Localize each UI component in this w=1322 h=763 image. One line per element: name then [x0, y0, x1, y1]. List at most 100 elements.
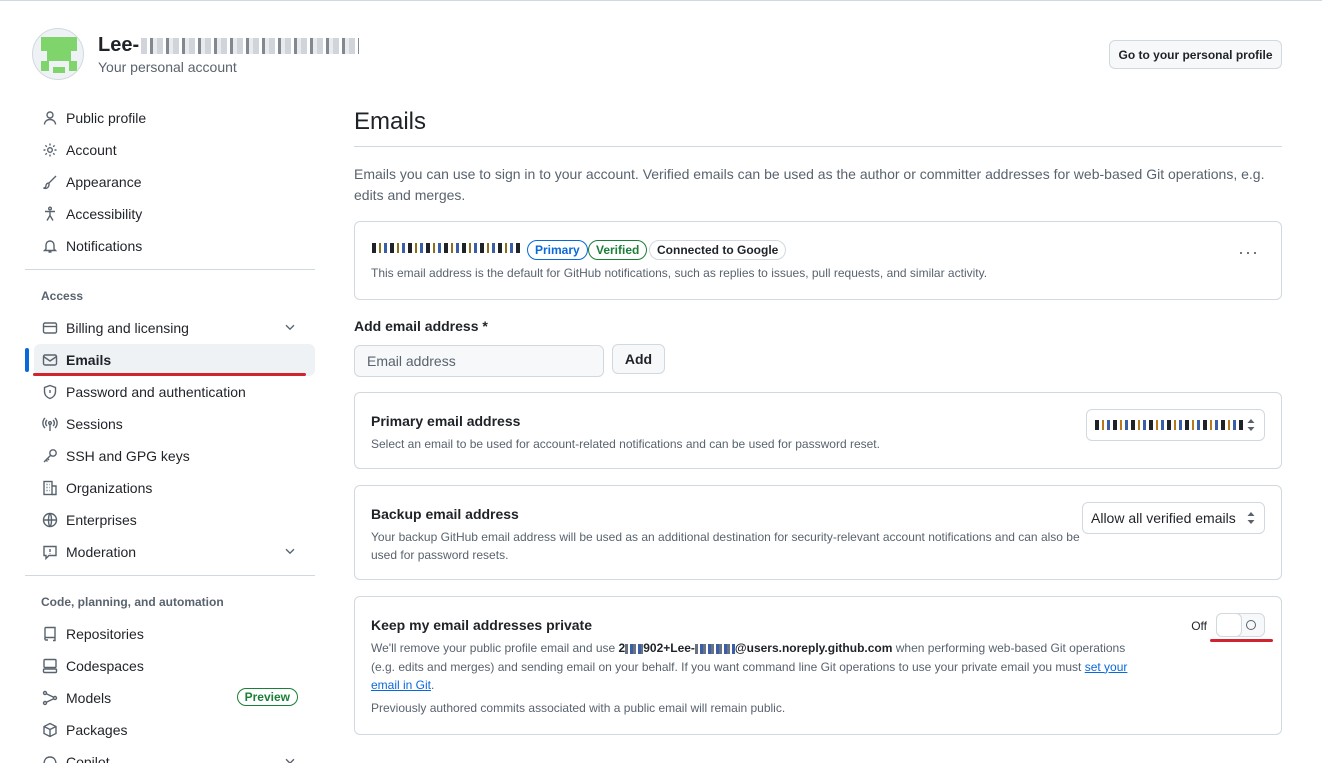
add-email-label: Add email address *	[354, 318, 488, 334]
codespaces-icon	[41, 658, 58, 675]
primary-email-select[interactable]	[1086, 409, 1265, 441]
chevron-down-icon[interactable]	[283, 320, 297, 334]
sidebar-item-label: Password and authentication	[66, 384, 246, 400]
select-arrows-icon	[1247, 419, 1255, 431]
sidebar-divider	[25, 269, 315, 270]
sidebar-heading-access: Access	[41, 289, 84, 303]
page-title: Emails	[354, 108, 427, 135]
mail-icon	[41, 352, 58, 369]
sidebar-item-codespaces[interactable]: Codespaces	[25, 650, 315, 682]
settings-sidebar: Public profile Account Appearance Access…	[25, 102, 315, 763]
sidebar-heading-code: Code, planning, and automation	[41, 595, 224, 609]
private-email-note: Previously authored commits associated w…	[371, 701, 786, 715]
globe-icon	[41, 512, 58, 529]
sidebar-divider	[25, 575, 315, 576]
noreply-address: 2 902+Lee- @users.noreply.github.com	[619, 641, 893, 655]
key-icon	[41, 448, 58, 465]
redacted-text	[625, 643, 644, 654]
repo-icon	[41, 626, 58, 643]
sidebar-item-password[interactable]: Password and authentication	[25, 376, 315, 408]
annotation-underline	[33, 373, 306, 376]
sidebar-item-label: Notifications	[66, 238, 143, 254]
connected-google-label: Connected to Google	[649, 240, 787, 260]
sidebar-item-label: SSH and GPG keys	[66, 448, 190, 464]
go-to-profile-button[interactable]: Go to your personal profile	[1109, 40, 1282, 69]
sidebar-item-organizations[interactable]: Organizations	[25, 472, 315, 504]
organization-icon	[41, 480, 58, 497]
kebab-menu-icon[interactable]: ···	[1238, 242, 1259, 263]
top-border	[0, 0, 1322, 1]
email-address-input[interactable]	[354, 345, 604, 377]
paintbrush-icon	[41, 174, 58, 191]
noreply-address-part: 2	[618, 641, 626, 655]
noreply-address-part: @users.noreply.github.com	[734, 641, 893, 655]
account-subtitle: Your personal account	[98, 59, 237, 75]
accessibility-icon	[41, 206, 58, 223]
toggle-knob	[1216, 613, 1242, 637]
account-name: Lee-	[98, 34, 360, 57]
sidebar-item-label: Repositories	[66, 626, 144, 642]
sidebar-item-moderation[interactable]: Moderation	[25, 536, 315, 568]
broadcast-icon	[41, 416, 58, 433]
primary-label: Primary	[527, 240, 588, 260]
email-card: Primary Verified Connected to Google ···…	[354, 221, 1282, 300]
sidebar-item-sessions[interactable]: Sessions	[25, 408, 315, 440]
sidebar-item-emails[interactable]: Emails	[25, 344, 315, 376]
sidebar-item-label: Codespaces	[66, 658, 144, 674]
sidebar-item-ssh-gpg[interactable]: SSH and GPG keys	[25, 440, 315, 472]
redacted-selected-email	[1095, 420, 1243, 430]
sidebar-item-public-profile[interactable]: Public profile	[25, 102, 315, 134]
description-text: .	[431, 678, 435, 692]
backup-email-selected: Allow all verified emails	[1091, 510, 1236, 526]
chevron-down-icon[interactable]	[283, 754, 297, 763]
sidebar-item-repositories[interactable]: Repositories	[25, 618, 315, 650]
sidebar-item-appearance[interactable]: Appearance	[25, 166, 315, 198]
private-email-title: Keep my email addresses private	[371, 617, 593, 633]
sidebar-item-label: Enterprises	[66, 512, 137, 528]
sidebar-item-label: Billing and licensing	[66, 320, 189, 336]
noreply-address-part: 902+Lee-	[643, 641, 695, 655]
chevron-down-icon[interactable]	[283, 544, 297, 558]
toggle-state-label: Off	[1191, 619, 1207, 633]
avatar[interactable]	[32, 28, 84, 80]
off-circle-icon	[1246, 620, 1256, 630]
person-icon	[41, 110, 58, 127]
bell-icon	[41, 238, 58, 255]
backup-email-select[interactable]: Allow all verified emails	[1082, 502, 1265, 534]
sidebar-item-label: Moderation	[66, 544, 137, 560]
backup-email-card: Backup email address Your backup GitHub …	[354, 485, 1282, 580]
credit-card-icon	[41, 320, 58, 337]
sidebar-item-models[interactable]: Models Preview	[25, 682, 315, 714]
sidebar-item-account[interactable]: Account	[25, 134, 315, 166]
description-text: We'll remove your public profile email a…	[371, 641, 619, 655]
sidebar-item-copilot[interactable]: Copilot	[25, 746, 315, 763]
models-icon	[41, 690, 58, 707]
sidebar-item-enterprises[interactable]: Enterprises	[25, 504, 315, 536]
sidebar-item-label: Accessibility	[66, 206, 143, 222]
primary-email-description: Select an email to be used for account-r…	[371, 437, 880, 451]
redacted-email	[372, 243, 520, 253]
redacted-username	[141, 37, 360, 54]
copilot-icon	[41, 754, 58, 763]
sidebar-item-label: Sessions	[66, 416, 123, 432]
sidebar-item-accessibility[interactable]: Accessibility	[25, 198, 315, 230]
sidebar-item-label: Copilot	[66, 754, 110, 763]
preview-badge: Preview	[236, 688, 298, 706]
sidebar-item-label: Packages	[66, 722, 128, 738]
package-icon	[41, 722, 58, 739]
primary-email-title: Primary email address	[371, 413, 521, 429]
annotation-underline-toggle	[1210, 639, 1273, 642]
private-email-card: Keep my email addresses private We'll re…	[354, 596, 1282, 735]
sidebar-item-label: Public profile	[66, 110, 147, 126]
add-email-button[interactable]: Add	[612, 344, 665, 374]
sidebar-item-packages[interactable]: Packages	[25, 714, 315, 746]
sidebar-item-label: Organizations	[66, 480, 153, 496]
shield-icon	[41, 384, 58, 401]
account-name-text: Lee-	[98, 34, 140, 56]
sidebar-item-billing[interactable]: Billing and licensing	[25, 312, 315, 344]
private-email-toggle[interactable]	[1216, 613, 1265, 637]
select-arrows-icon	[1247, 512, 1255, 524]
sidebar-item-notifications[interactable]: Notifications	[25, 230, 315, 262]
sidebar-item-label: Account	[66, 142, 117, 158]
backup-email-title: Backup email address	[371, 506, 519, 522]
